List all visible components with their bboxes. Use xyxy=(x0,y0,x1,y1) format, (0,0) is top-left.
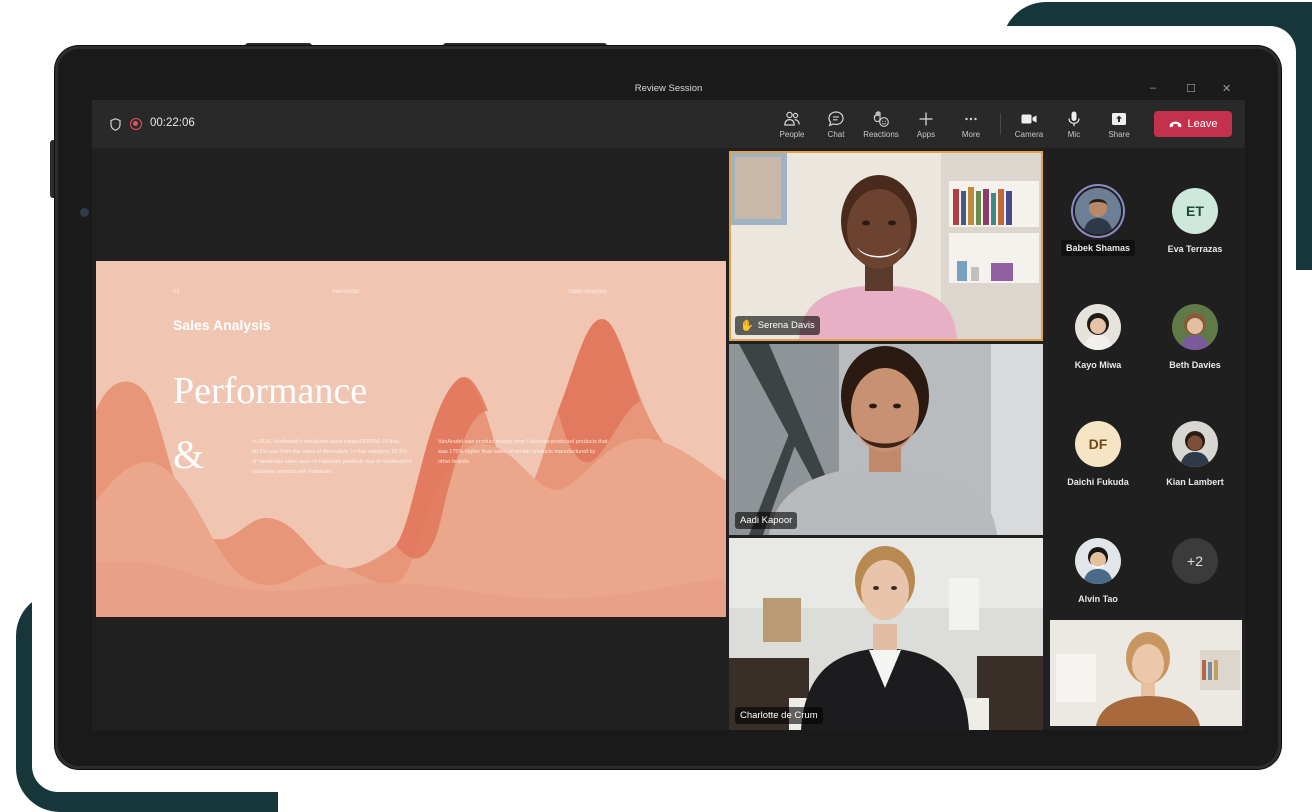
people-label: People xyxy=(779,130,805,139)
slide-section-tag: Sales Analysis xyxy=(568,289,607,295)
more-button[interactable]: More xyxy=(949,110,993,142)
roster-participant[interactable]: Babek Shamas xyxy=(1050,188,1146,256)
roster-participant[interactable]: DF Daichi Fukuda xyxy=(1050,421,1146,487)
participant-name: Babek Shamas xyxy=(1060,240,1136,256)
avatar xyxy=(1075,188,1121,234)
camera-icon xyxy=(1021,114,1037,124)
slide-number: 01 xyxy=(173,289,180,295)
participant-name: Alvin Tao xyxy=(1078,594,1118,604)
self-view-tile[interactable] xyxy=(1050,620,1242,726)
toolbar-divider xyxy=(1000,113,1001,135)
apps-button[interactable]: Apps xyxy=(904,110,948,142)
slide-body-text: In 2019, VanArsdel's worldwide sales top… xyxy=(252,439,412,475)
shared-content-stage: 01 VanArsdel Sales Analysis Sales Analys… xyxy=(92,148,728,730)
device-camera xyxy=(80,208,89,217)
title-bar: Review Session – ☐ ✕ xyxy=(92,80,1245,100)
roster-participant[interactable]: Kayo Miwa xyxy=(1050,304,1146,370)
roster-participant[interactable]: Kian Lambert xyxy=(1147,421,1243,487)
hang-up-icon xyxy=(1169,121,1181,128)
reactions-label: Reactions xyxy=(863,130,899,139)
avatar xyxy=(1075,304,1121,350)
meeting-window: Review Session – ☐ ✕ 00:22:06 People Cha… xyxy=(92,80,1245,730)
more-participants-button[interactable]: +2 xyxy=(1147,538,1243,584)
video-tile[interactable]: ✋ Serena Davis xyxy=(729,151,1043,341)
participant-video xyxy=(729,538,1043,730)
reactions-button[interactable]: Reactions xyxy=(859,110,903,142)
self-view-video xyxy=(1050,620,1242,726)
participant-name: Charlotte de Crum xyxy=(740,710,818,721)
plus-icon xyxy=(919,112,933,126)
participant-name: Serena Davis xyxy=(757,320,815,331)
leave-label: Leave xyxy=(1187,118,1218,130)
participant-name-tag: Aadi Kapoor xyxy=(735,512,798,529)
avatar xyxy=(1172,421,1218,467)
slide-body-text: VanArsdel saw product margin from Fabrik… xyxy=(438,439,608,465)
leave-button[interactable]: Leave xyxy=(1154,111,1232,137)
participant-name: Beth Davies xyxy=(1169,360,1221,370)
roster-participant[interactable]: Alvin Tao xyxy=(1050,538,1146,604)
slide-ampersand: & xyxy=(173,432,205,477)
raised-hand-icon: ✋ xyxy=(740,320,754,332)
mic-button[interactable]: Mic xyxy=(1052,110,1096,142)
video-tile[interactable]: Aadi Kapoor xyxy=(729,344,1043,535)
more-label: More xyxy=(961,130,981,139)
participant-video xyxy=(729,151,1043,341)
chat-button[interactable]: Chat xyxy=(814,110,858,142)
participant-name: Daichi Fukuda xyxy=(1067,477,1129,487)
overflow-count: +2 xyxy=(1172,538,1218,584)
roster-participant[interactable]: Beth Davies xyxy=(1147,304,1243,370)
participant-name-tag: Charlotte de Crum xyxy=(735,707,823,724)
participant-name-tag: ✋ Serena Davis xyxy=(735,316,820,335)
slide-section: Sales Analysis xyxy=(173,317,271,333)
microphone-icon xyxy=(1068,111,1080,127)
avatar xyxy=(1172,304,1218,350)
more-icon xyxy=(965,117,977,121)
chat-label: Chat xyxy=(827,130,845,139)
window-title: Review Session xyxy=(634,83,703,94)
roster-participant[interactable]: ET Eva Terrazas xyxy=(1147,188,1243,254)
people-icon xyxy=(784,111,800,126)
meeting-toolbar: 00:22:06 People Chat Reactions Apps More… xyxy=(92,100,1245,148)
participant-name: Aadi Kapoor xyxy=(740,515,793,526)
participant-name: Kayo Miwa xyxy=(1074,360,1122,370)
participant-video xyxy=(729,344,1043,535)
share-label: Share xyxy=(1108,130,1130,139)
avatar: ET xyxy=(1172,188,1218,234)
minimize-button[interactable]: – xyxy=(1150,82,1156,94)
shield-icon xyxy=(110,118,121,131)
camera-button[interactable]: Camera xyxy=(1007,110,1051,142)
participant-name: Kian Lambert xyxy=(1166,477,1224,487)
call-timer: 00:22:06 xyxy=(150,117,195,129)
presentation-slide[interactable]: 01 VanArsdel Sales Analysis Sales Analys… xyxy=(96,261,726,617)
slide-brand: VanArsdel xyxy=(332,289,360,295)
share-screen-icon xyxy=(1112,113,1126,125)
video-tile[interactable]: Charlotte de Crum xyxy=(729,538,1043,730)
close-button[interactable]: ✕ xyxy=(1222,82,1231,95)
recording-icon xyxy=(130,118,142,130)
mic-label: Mic xyxy=(1067,130,1081,139)
participant-roster: Babek Shamas ET Eva Terrazas Kayo Miwa B… xyxy=(1047,148,1245,618)
slide-title: Performance xyxy=(173,370,368,412)
chat-icon xyxy=(828,111,844,127)
participant-name: Eva Terrazas xyxy=(1167,244,1223,254)
maximize-button[interactable]: ☐ xyxy=(1186,82,1196,95)
camera-label: Camera xyxy=(1014,130,1044,139)
avatar xyxy=(1075,538,1121,584)
apps-label: Apps xyxy=(916,130,936,139)
people-button[interactable]: People xyxy=(770,110,814,142)
reactions-icon xyxy=(873,111,889,127)
avatar: DF xyxy=(1075,421,1121,467)
share-button[interactable]: Share xyxy=(1097,110,1141,142)
